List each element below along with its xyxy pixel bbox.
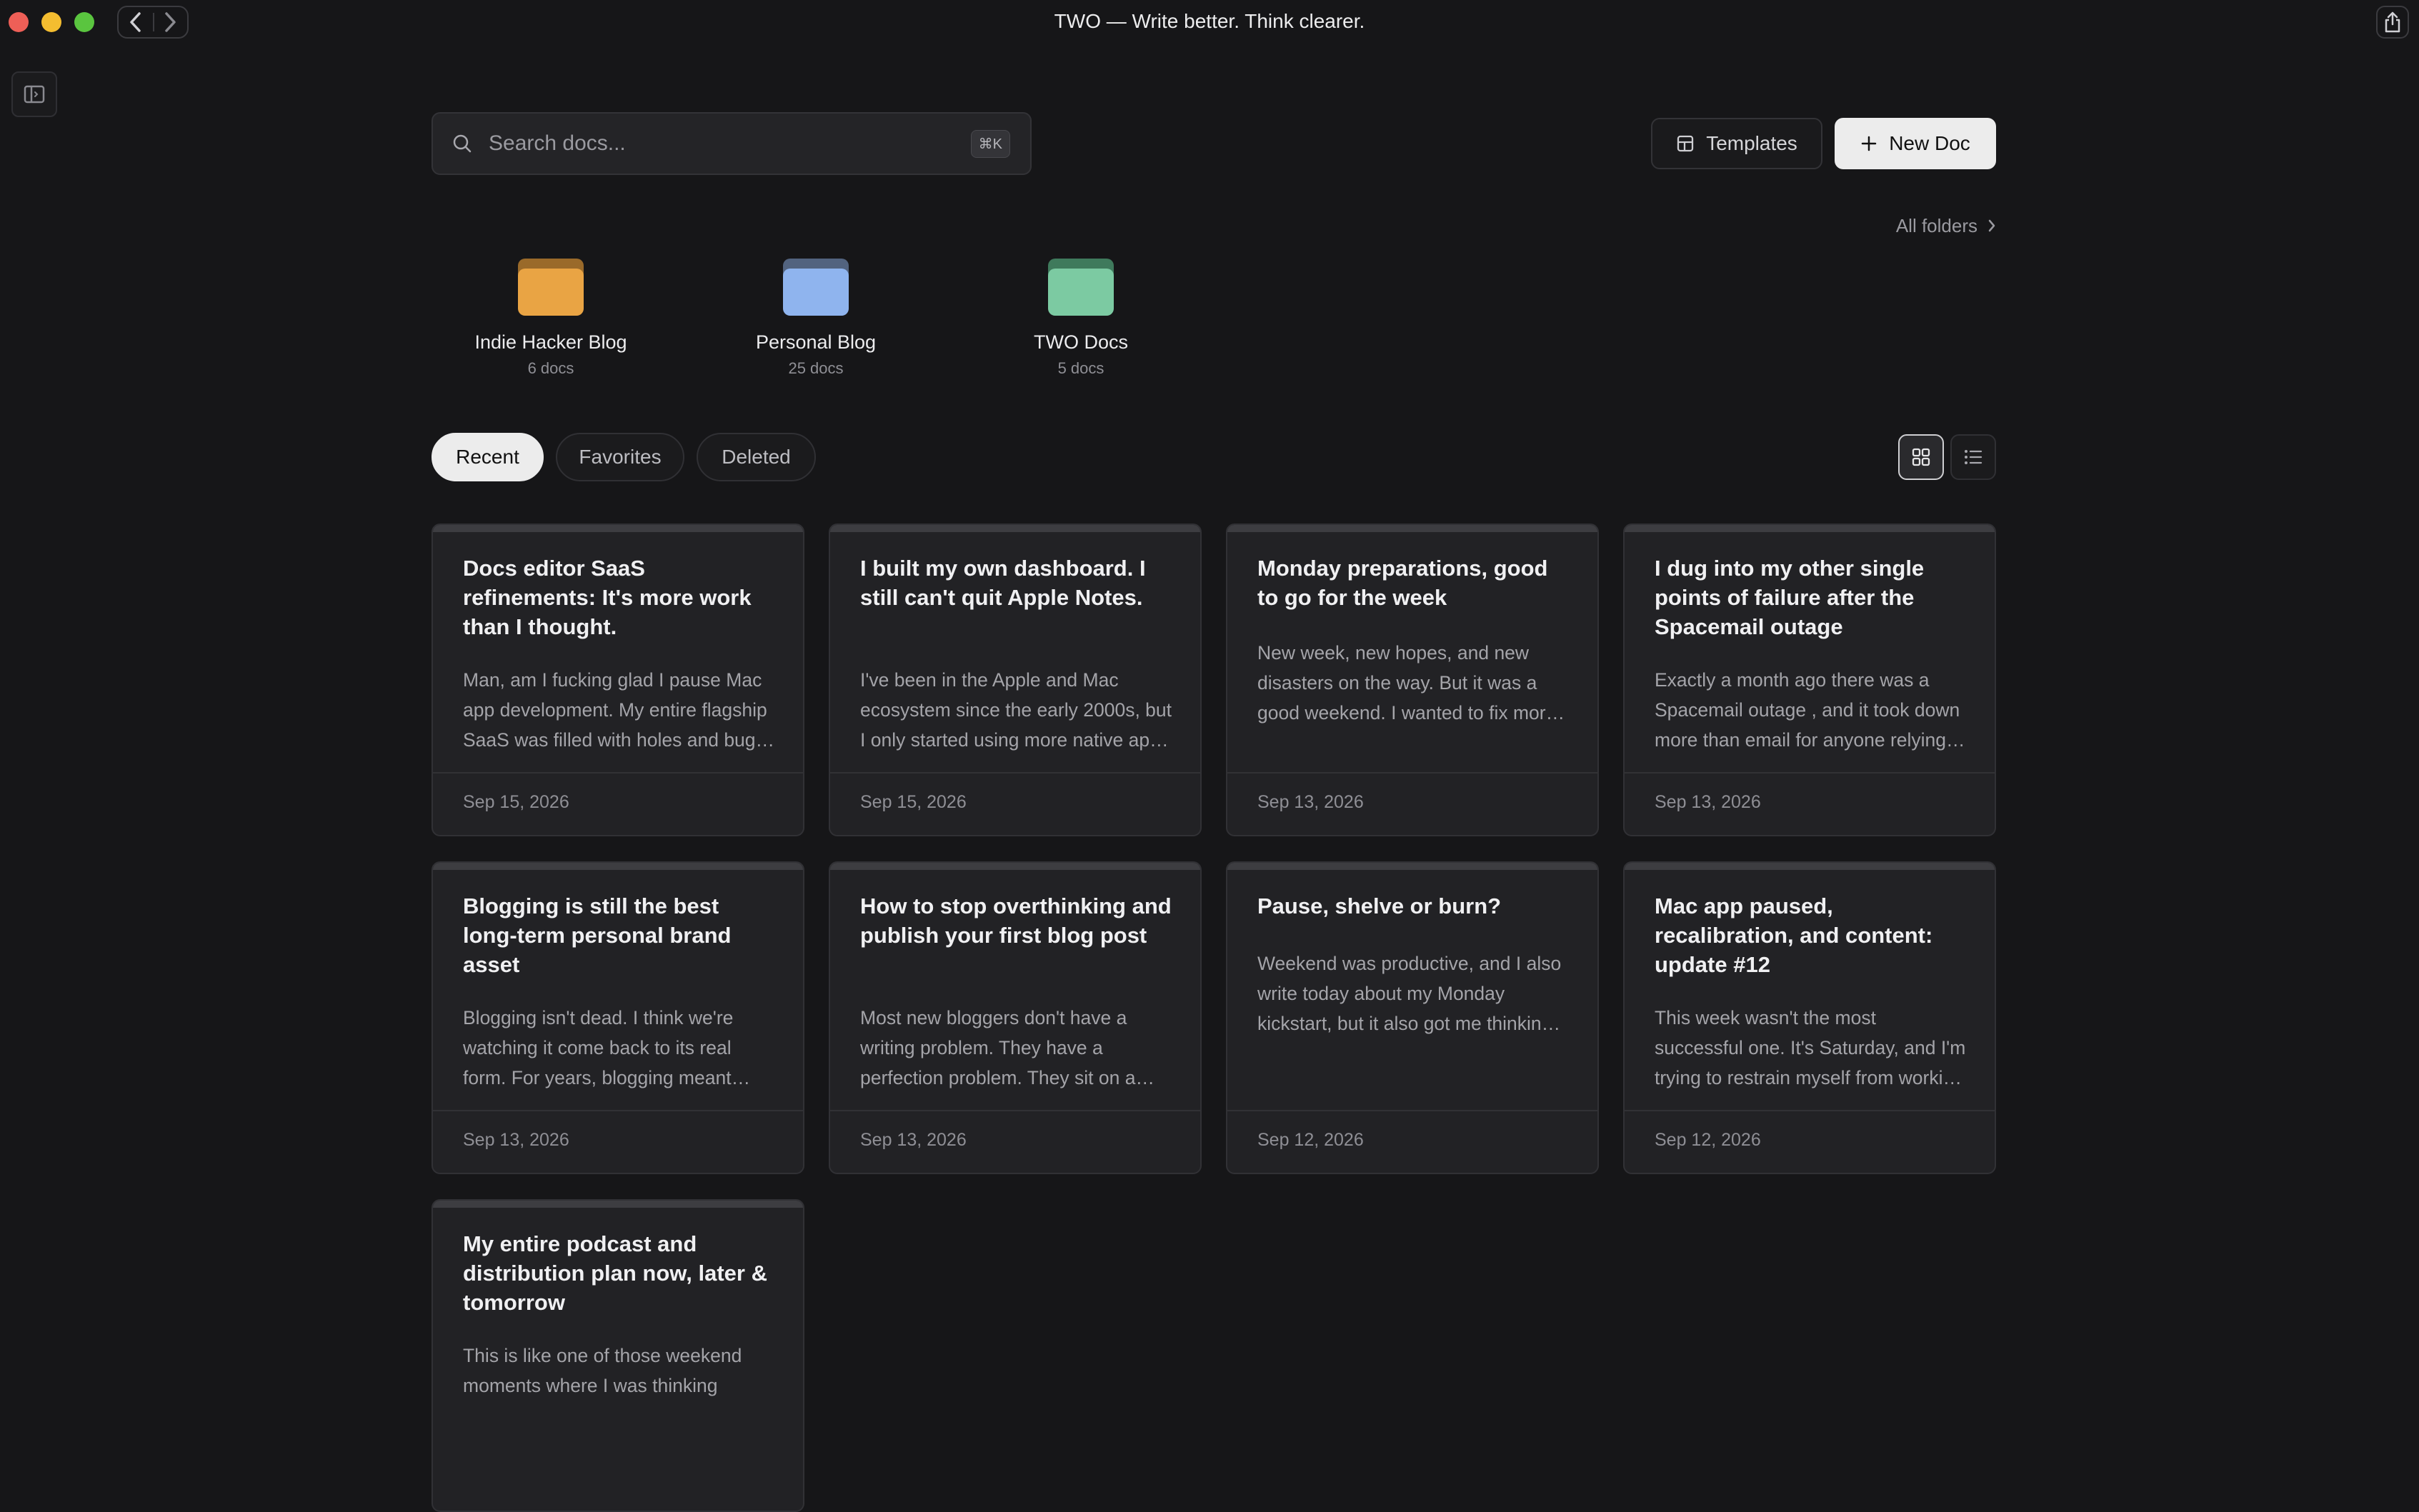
doc-title: My entire podcast and distribution plan …: [463, 1231, 767, 1315]
templates-label: Templates: [1706, 132, 1797, 154]
folder-icon: [783, 259, 849, 316]
doc-date: Sep 12, 2026: [1655, 1130, 1761, 1150]
doc-date: Sep 15, 2026: [463, 792, 569, 812]
doc-card-footer: Sep 13, 2026: [1625, 772, 1995, 835]
grid-icon: [1912, 448, 1930, 466]
share-button[interactable]: [2376, 6, 2409, 39]
doc-excerpt: This is like one of those weekend moment…: [463, 1345, 742, 1396]
doc-date: Sep 12, 2026: [1257, 1130, 1364, 1150]
folder-name: Indie Hacker Blog: [474, 331, 627, 353]
search-input[interactable]: Search docs... ⌘K: [432, 112, 1032, 175]
grid-view-button[interactable]: [1898, 434, 1944, 480]
doc-card-footer: Sep 13, 2026: [433, 1110, 803, 1173]
chevron-right-icon: [1988, 219, 1995, 232]
doc-date: Sep 13, 2026: [860, 1130, 967, 1150]
doc-card-footer: Sep 12, 2026: [1227, 1110, 1597, 1173]
doc-card-footer: Sep 15, 2026: [830, 772, 1200, 835]
tab-recent[interactable]: Recent: [432, 433, 544, 481]
doc-excerpt: Most new bloggers don't have a writing p…: [860, 1007, 1136, 1088]
all-folders-label: All folders: [1895, 214, 1977, 236]
plus-icon: [1861, 136, 1877, 151]
doc-card-footer: Sep 13, 2026: [830, 1110, 1200, 1173]
doc-card[interactable]: Monday preparations, good to go for the …: [1226, 524, 1599, 836]
doc-title: Monday preparations, good to go for the …: [1257, 556, 1548, 610]
all-folders-link[interactable]: All folders: [1879, 212, 1996, 239]
search-shortcut-badge: ⌘K: [970, 129, 1010, 158]
doc-title: Mac app paused, recalibration, and conte…: [1655, 893, 1933, 977]
tab-favorites[interactable]: Favorites: [556, 433, 684, 481]
folder-icon: [1048, 259, 1114, 316]
doc-excerpt: Weekend was productive, and I also write…: [1257, 953, 1568, 1034]
doc-card[interactable]: My entire podcast and distribution plan …: [432, 1199, 804, 1512]
doc-excerpt: Blogging isn't dead. I think we're watch…: [463, 1007, 734, 1088]
folder-doc-count: 6 docs: [527, 359, 574, 377]
list-view-button[interactable]: [1950, 434, 1996, 480]
folder-indie-hacker-blog[interactable]: Indie Hacker Blog 6 docs: [458, 259, 644, 378]
doc-date: Sep 13, 2026: [1655, 792, 1761, 812]
templates-icon: [1677, 135, 1694, 152]
doc-card[interactable]: I built my own dashboard. I still can't …: [829, 524, 1202, 836]
doc-title: I dug into my other single points of fai…: [1655, 556, 1925, 639]
doc-excerpt: This week wasn't the most successful one…: [1655, 1007, 1966, 1088]
doc-card-footer: Sep 15, 2026: [433, 772, 803, 835]
doc-title: How to stop overthinking and publish you…: [860, 893, 1172, 948]
folder-doc-count: 25 docs: [788, 359, 844, 377]
doc-title: Docs editor SaaS refinements: It's more …: [463, 556, 752, 639]
folder-doc-count: 5 docs: [1057, 359, 1104, 377]
sidebar-toggle-button[interactable]: [11, 71, 57, 117]
doc-excerpt: Man, am I fucking glad I pause Mac app d…: [463, 669, 776, 751]
doc-title: Pause, shelve or burn?: [1257, 893, 1502, 918]
folder-name: Personal Blog: [755, 331, 877, 353]
folder-name: TWO Docs: [1034, 331, 1128, 353]
search-placeholder: Search docs...: [489, 131, 626, 155]
tab-deleted[interactable]: Deleted: [697, 433, 816, 481]
doc-card-footer: Sep 13, 2026: [1227, 772, 1597, 835]
doc-card[interactable]: How to stop overthinking and publish you…: [829, 861, 1202, 1174]
doc-title: I built my own dashboard. I still can't …: [860, 556, 1146, 610]
list-icon: [1965, 450, 1982, 464]
doc-card-footer: Sep 12, 2026: [1625, 1110, 1995, 1173]
sidebar-icon: [24, 85, 45, 104]
doc-excerpt: New week, new hopes, and new disasters o…: [1257, 642, 1557, 724]
doc-card[interactable]: Blogging is still the best long-term per…: [432, 861, 804, 1174]
folder-two-docs[interactable]: TWO Docs 5 docs: [988, 259, 1174, 378]
folder-icon: [518, 259, 584, 316]
doc-excerpt: I've been in the Apple and Mac ecosystem…: [860, 669, 1172, 751]
doc-title: Blogging is still the best long-term per…: [463, 893, 732, 977]
new-doc-button[interactable]: New Doc: [1835, 118, 1996, 169]
doc-date: Sep 13, 2026: [463, 1130, 569, 1150]
doc-card[interactable]: I dug into my other single points of fai…: [1623, 524, 1996, 836]
window-title: TWO — Write better. Think clearer.: [1054, 10, 1365, 32]
share-icon: [2385, 11, 2400, 33]
doc-date: Sep 15, 2026: [860, 792, 967, 812]
doc-date: Sep 13, 2026: [1257, 792, 1364, 812]
doc-card[interactable]: Mac app paused, recalibration, and conte…: [1623, 861, 1996, 1174]
doc-card[interactable]: Docs editor SaaS refinements: It's more …: [432, 524, 804, 836]
doc-excerpt: Exactly a month ago there was a Spacemai…: [1655, 669, 1960, 751]
doc-card[interactable]: Pause, shelve or burn? Weekend was produc…: [1226, 861, 1599, 1174]
new-doc-label: New Doc: [1889, 132, 1970, 154]
templates-button[interactable]: Templates: [1651, 118, 1822, 169]
folder-personal-blog[interactable]: Personal Blog 25 docs: [723, 259, 909, 378]
search-icon: [452, 132, 474, 155]
